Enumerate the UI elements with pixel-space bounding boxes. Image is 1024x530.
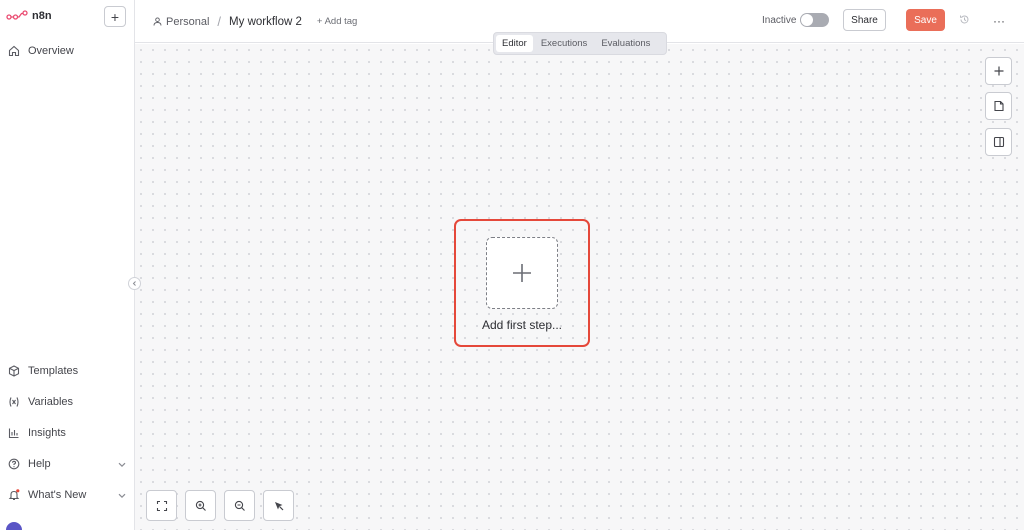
canvas-zoom-controls (146, 490, 294, 521)
add-node-button[interactable] (985, 57, 1012, 85)
view-tabs: Editor Executions Evaluations (493, 32, 667, 55)
sidebar-item-label: Templates (28, 365, 79, 377)
more-options-icon[interactable]: ··· (993, 14, 1005, 28)
panel-icon (993, 136, 1004, 148)
avatar[interactable] (6, 522, 22, 530)
add-first-step-button[interactable] (486, 237, 558, 309)
chevron-down-icon (118, 493, 126, 499)
sidebar-item-label: Insights (28, 427, 66, 439)
fit-view-icon (156, 500, 167, 511)
workflow-title[interactable]: My workflow 2 (229, 16, 302, 28)
share-button[interactable]: Share (843, 9, 886, 31)
tab-evaluations[interactable]: Evaluations (595, 35, 656, 52)
project-name: Personal (166, 15, 210, 28)
add-tag-button[interactable]: + Add tag (317, 16, 357, 27)
user-icon (153, 17, 162, 26)
toggle-knob (801, 14, 813, 26)
bell-icon (8, 489, 20, 501)
breadcrumb-separator: / (217, 14, 222, 29)
add-sticky-note-button[interactable] (985, 92, 1012, 120)
sidebar-item-variables[interactable]: Variables (8, 394, 73, 410)
sidebar-item-label: Overview (28, 45, 74, 57)
home-icon (8, 45, 20, 57)
save-button[interactable]: Save (906, 9, 945, 31)
sticky-note-icon (993, 100, 1004, 112)
zoom-out-button[interactable] (224, 490, 255, 521)
zoom-in-icon (195, 500, 206, 511)
collapse-sidebar-button[interactable] (128, 277, 141, 290)
workflow-canvas[interactable]: Add first step... (135, 44, 1024, 530)
sidebar-item-label: Variables (28, 396, 74, 408)
sidebar: n8n + Overview Templates Variables Insig… (0, 0, 135, 530)
activation-status-label: Inactive (762, 15, 797, 26)
zoom-in-button[interactable] (185, 490, 216, 521)
variable-icon (9, 397, 19, 407)
zoom-out-icon (234, 500, 245, 511)
tab-executions[interactable]: Executions (535, 35, 593, 52)
breadcrumb: Personal / My workflow 2 + Add tag (153, 14, 357, 29)
plus-icon (513, 264, 531, 282)
new-item-button[interactable]: + (104, 6, 126, 27)
chevron-left-icon (132, 281, 136, 286)
sidebar-item-help[interactable]: Help (8, 456, 128, 472)
history-icon[interactable] (959, 14, 970, 25)
tidy-up-icon (274, 501, 283, 510)
plus-icon (994, 66, 1003, 76)
app-name: n8n (32, 10, 52, 22)
activation-toggle[interactable] (800, 13, 829, 27)
add-first-step-label: Add first step... (481, 318, 563, 332)
sidebar-item-label: What's New (28, 489, 87, 501)
sidebar-item-label: Help (28, 458, 51, 470)
help-icon (8, 458, 20, 470)
project-crumb[interactable]: Personal (153, 16, 209, 28)
chevron-down-icon (118, 462, 126, 468)
sidebar-item-insights[interactable]: Insights (8, 425, 66, 441)
sidebar-item-whats-new[interactable]: What's New (8, 487, 128, 503)
sidebar-item-overview[interactable]: Overview (8, 43, 74, 59)
tab-editor[interactable]: Editor (496, 35, 533, 52)
sidebar-item-templates[interactable]: Templates (8, 363, 78, 379)
n8n-logo[interactable]: n8n (6, 10, 52, 22)
box-icon (8, 365, 20, 377)
add-first-step-node[interactable]: Add first step... (454, 219, 590, 347)
chart-icon (8, 428, 19, 439)
logo-icon (6, 10, 28, 20)
fit-view-button[interactable] (146, 490, 177, 521)
toggle-panel-button[interactable] (985, 128, 1012, 156)
tidy-up-button[interactable] (263, 490, 294, 521)
